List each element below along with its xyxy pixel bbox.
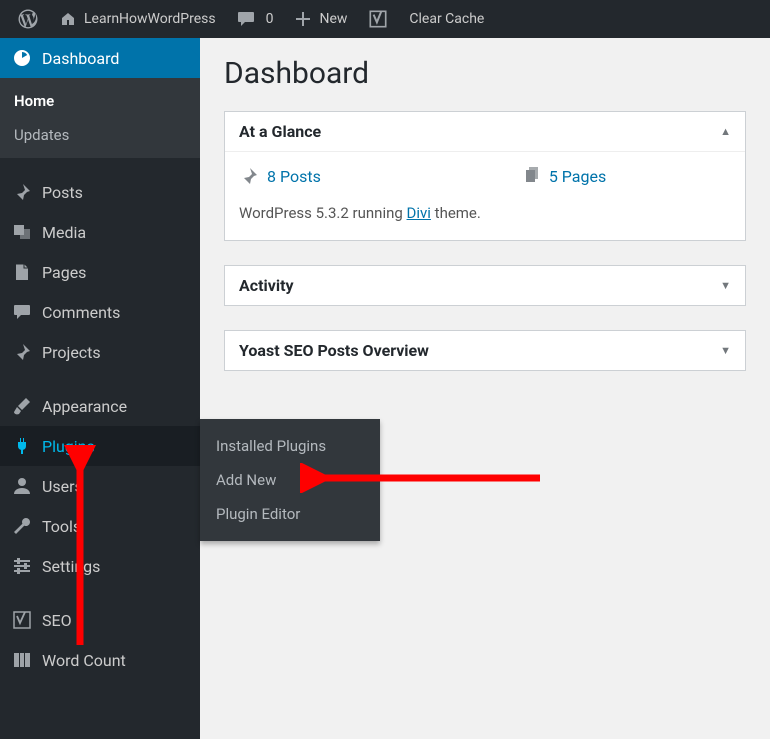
yoast-title: Yoast SEO Posts Overview <box>239 341 429 360</box>
new-content[interactable]: New <box>283 0 357 38</box>
user-icon <box>12 476 32 496</box>
expand-toggle[interactable]: ▼ <box>720 279 731 292</box>
at-a-glance-title: At a Glance <box>239 122 321 141</box>
sidebar-item-seo[interactable]: SEO <box>0 600 200 640</box>
comment-icon <box>236 9 256 29</box>
expand-toggle[interactable]: ▼ <box>720 344 731 357</box>
glance-posts[interactable]: 8 Posts <box>239 166 321 186</box>
plus-icon <box>293 9 313 29</box>
sidebar-item-label: Appearance <box>42 397 127 416</box>
version-suffix: theme. <box>431 204 481 222</box>
site-name: LearnHowWordPress <box>84 11 216 27</box>
glance-posts-label: 8 Posts <box>267 167 321 186</box>
yoast-link[interactable] <box>357 0 399 38</box>
brush-icon <box>12 396 32 416</box>
admin-bar: LearnHowWordPress 0 New Clear Cache <box>0 0 770 38</box>
wordcount-icon <box>12 650 32 670</box>
theme-link[interactable]: Divi <box>407 204 431 222</box>
dashboard-icon <box>12 48 32 68</box>
sidebar-item-label: Settings <box>42 557 100 576</box>
submenu-updates[interactable]: Updates <box>0 118 200 152</box>
clear-cache[interactable]: Clear Cache <box>399 0 494 38</box>
main-content: Dashboard At a Glance ▲ 8 Posts 5 Pages <box>200 38 770 739</box>
sidebar-item-tools[interactable]: Tools <box>0 506 200 546</box>
sidebar-item-pages[interactable]: Pages <box>0 252 200 292</box>
sidebar-item-settings[interactable]: Settings <box>0 546 200 586</box>
sidebar-item-label: Tools <box>42 517 81 536</box>
sidebar-item-comments[interactable]: Comments <box>0 292 200 332</box>
sidebar-item-dashboard[interactable]: Dashboard <box>0 38 200 78</box>
dashboard-submenu: Home Updates <box>0 78 200 158</box>
sidebar-item-word-count[interactable]: Word Count <box>0 640 200 680</box>
comment-icon <box>12 302 32 322</box>
activity-header[interactable]: Activity ▼ <box>225 266 745 305</box>
sidebar-item-label: Users <box>42 477 83 496</box>
yoast-header[interactable]: Yoast SEO Posts Overview ▼ <box>225 331 745 370</box>
settings-icon <box>12 556 32 576</box>
glance-pages[interactable]: 5 Pages <box>521 166 606 186</box>
sidebar-item-label: Plugins <box>42 437 95 456</box>
wordpress-icon <box>18 9 38 29</box>
page-title: Dashboard <box>224 56 746 91</box>
yoast-box: Yoast SEO Posts Overview ▼ <box>224 330 746 371</box>
sidebar-item-appearance[interactable]: Appearance <box>0 386 200 426</box>
version-prefix: WordPress 5.3.2 running <box>239 204 407 222</box>
wp-version: WordPress 5.3.2 running Divi theme. <box>239 204 731 222</box>
sidebar-item-plugins[interactable]: Plugins <box>0 426 200 466</box>
home-icon <box>58 9 78 29</box>
glance-pages-label: 5 Pages <box>549 167 606 186</box>
collapse-toggle[interactable]: ▲ <box>720 125 731 138</box>
pages-icon <box>521 166 541 186</box>
sidebar-item-label: Posts <box>42 183 83 202</box>
comments-count: 0 <box>266 11 274 27</box>
at-a-glance-header[interactable]: At a Glance ▲ <box>225 112 745 152</box>
clear-cache-label: Clear Cache <box>409 11 484 27</box>
sidebar-item-label: Pages <box>42 263 86 282</box>
sidebar-item-media[interactable]: Media <box>0 212 200 252</box>
new-label: New <box>319 11 347 27</box>
activity-title: Activity <box>239 276 294 295</box>
yoast-icon <box>367 8 389 30</box>
pin-icon <box>12 342 32 362</box>
sidebar-item-label: Word Count <box>42 651 126 670</box>
wp-logo[interactable] <box>8 0 48 38</box>
pin-icon <box>12 182 32 202</box>
yoast-icon <box>12 610 32 630</box>
media-icon <box>12 222 32 242</box>
comments-link[interactable]: 0 <box>226 0 284 38</box>
tools-icon <box>12 516 32 536</box>
admin-sidebar: Dashboard Home Updates Posts Media Pages… <box>0 38 200 739</box>
sidebar-item-label: Comments <box>42 303 120 322</box>
plugin-icon <box>12 436 32 456</box>
page-icon <box>12 262 32 282</box>
sidebar-item-label: Projects <box>42 343 101 362</box>
sidebar-item-users[interactable]: Users <box>0 466 200 506</box>
activity-box: Activity ▼ <box>224 265 746 306</box>
sidebar-item-label: Dashboard <box>42 49 119 68</box>
sidebar-item-label: Media <box>42 223 86 242</box>
sidebar-item-label: SEO <box>42 611 72 630</box>
site-home[interactable]: LearnHowWordPress <box>48 0 226 38</box>
sidebar-item-projects[interactable]: Projects <box>0 332 200 372</box>
sidebar-item-posts[interactable]: Posts <box>0 172 200 212</box>
pin-icon <box>239 166 259 186</box>
submenu-home[interactable]: Home <box>0 84 200 118</box>
at-a-glance-body: 8 Posts 5 Pages WordPress 5.3.2 running … <box>225 152 745 240</box>
at-a-glance-box: At a Glance ▲ 8 Posts 5 Pages WordPress … <box>224 111 746 241</box>
